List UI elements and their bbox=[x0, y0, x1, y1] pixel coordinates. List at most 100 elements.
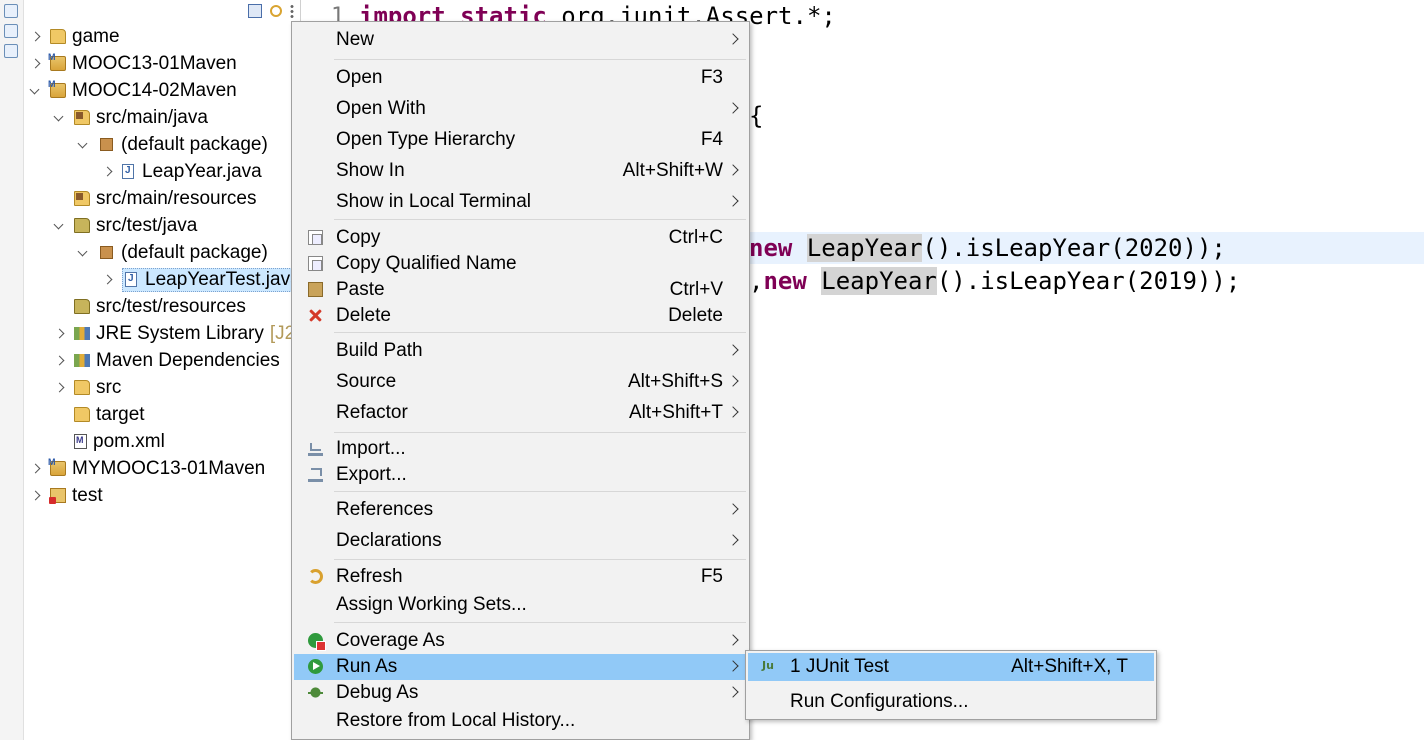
expand-chevron-icon[interactable] bbox=[102, 167, 112, 177]
menu-item-new[interactable]: New bbox=[294, 27, 747, 53]
menu-item-source[interactable]: Source Alt+Shift+S bbox=[294, 369, 747, 395]
tree-item-src[interactable]: src bbox=[54, 374, 121, 401]
collapse-chevron-icon[interactable] bbox=[78, 248, 88, 258]
menu-item-export[interactable]: Export... bbox=[294, 462, 747, 488]
tree-item-label: pom.xml bbox=[93, 430, 165, 452]
tree-item-label: src/test/resources bbox=[96, 295, 246, 317]
menu-item-copy[interactable]: Copy Ctrl+C bbox=[294, 225, 747, 251]
link-with-editor-icon[interactable] bbox=[270, 5, 282, 17]
tree-item-label: MOOC13-01Maven bbox=[72, 52, 237, 74]
menu-item-show-in[interactable]: Show In Alt+Shift+W bbox=[294, 158, 747, 184]
tree-item-label: (default package) bbox=[121, 241, 268, 263]
menu-item-copy-qualified-name[interactable]: Copy Qualified Name bbox=[294, 251, 747, 277]
menu-separator bbox=[334, 432, 746, 433]
tree-item-label: MYMOOC13-01Maven bbox=[72, 457, 266, 479]
code-line-assert-2019[interactable]: ,new LeapYear().isLeapYear(2019)); bbox=[749, 267, 1240, 295]
menu-item-declarations[interactable]: Declarations bbox=[294, 528, 747, 554]
expand-chevron-icon[interactable] bbox=[54, 356, 64, 366]
refresh-icon bbox=[308, 569, 323, 584]
tree-item-leapyear-java[interactable]: LeapYear.java bbox=[102, 158, 262, 185]
tree-item-game[interactable]: game bbox=[30, 23, 120, 50]
submenu-item-junit-test[interactable]: Ju 1 JUnit Test Alt+Shift+X, T bbox=[748, 653, 1154, 681]
tree-item-label: src/main/java bbox=[96, 106, 208, 128]
source-folder-icon bbox=[74, 110, 90, 125]
menu-item-open-type-hierarchy[interactable]: Open Type Hierarchy F4 bbox=[294, 127, 747, 153]
expand-chevron-icon[interactable] bbox=[102, 275, 112, 285]
submenu-arrow-icon bbox=[727, 164, 739, 176]
menu-item-debug-as[interactable]: Debug As bbox=[294, 680, 747, 706]
collapse-all-icon[interactable] bbox=[248, 4, 262, 18]
code-line-brace[interactable]: { bbox=[749, 102, 763, 130]
submenu-arrow-icon bbox=[727, 344, 739, 356]
menu-item-coverage-as[interactable]: Coverage As bbox=[294, 628, 747, 654]
hierarchy-icon[interactable] bbox=[4, 4, 18, 18]
test-folder-icon bbox=[74, 218, 90, 233]
tree-item-mooc14[interactable]: MOOC14-02Maven bbox=[30, 77, 237, 104]
tree-item-default-package-main[interactable]: (default package) bbox=[78, 131, 268, 158]
package-icon bbox=[100, 138, 113, 151]
java-file-icon bbox=[125, 272, 137, 287]
menu-item-open[interactable]: Open F3 bbox=[294, 65, 747, 91]
package-explorer: game MOOC13-01Maven MOOC14-02Maven src/m… bbox=[24, 0, 300, 740]
view-menu-icon[interactable] bbox=[290, 4, 294, 18]
collapse-chevron-icon[interactable] bbox=[54, 113, 64, 123]
menu-item-run-as[interactable]: Run As bbox=[294, 654, 747, 680]
menu-item-delete[interactable]: Delete Delete bbox=[294, 303, 747, 329]
library-icon bbox=[74, 354, 90, 367]
menu-separator bbox=[334, 622, 746, 623]
code-line-assert-2020[interactable]: new LeapYear().isLeapYear(2020)); bbox=[749, 234, 1226, 262]
submenu-arrow-icon bbox=[727, 406, 739, 418]
tree-item-maven-dependencies[interactable]: Maven Dependencies bbox=[54, 347, 280, 374]
tree-item-src-test-resources[interactable]: src/test/resources bbox=[54, 293, 246, 320]
expand-chevron-icon[interactable] bbox=[54, 383, 64, 393]
context-menu: New Open F3 Open With Open Type Hierarch… bbox=[291, 21, 750, 740]
submenu-arrow-icon bbox=[727, 686, 739, 698]
submenu-arrow-icon bbox=[727, 634, 739, 646]
declaration-icon[interactable] bbox=[4, 44, 18, 58]
submenu-arrow-icon bbox=[727, 102, 739, 114]
menu-separator bbox=[334, 559, 746, 560]
menu-item-restore-local-history[interactable]: Restore from Local History... bbox=[294, 708, 747, 734]
delete-icon bbox=[308, 308, 323, 323]
menu-item-refresh[interactable]: Refresh F5 bbox=[294, 564, 747, 590]
collapse-chevron-icon[interactable] bbox=[78, 140, 88, 150]
tree-item-test[interactable]: test bbox=[30, 482, 103, 509]
submenu-item-run-configurations[interactable]: Run Configurations... bbox=[748, 688, 1154, 716]
expand-chevron-icon[interactable] bbox=[30, 464, 40, 474]
tree-item-mooc13[interactable]: MOOC13-01Maven bbox=[30, 50, 237, 77]
menu-item-paste[interactable]: Paste Ctrl+V bbox=[294, 277, 747, 303]
coverage-icon bbox=[308, 633, 326, 651]
library-icon bbox=[74, 327, 90, 340]
menu-item-show-in-local-terminal[interactable]: Show in Local Terminal bbox=[294, 189, 747, 215]
tree-item-src-main-resources[interactable]: src/main/resources bbox=[54, 185, 257, 212]
tree-item-label: JRE System Library bbox=[96, 322, 264, 344]
side-toolbar bbox=[0, 0, 24, 740]
expand-chevron-icon[interactable] bbox=[54, 329, 64, 339]
tree-item-default-package-test[interactable]: (default package) bbox=[78, 239, 268, 266]
run-as-submenu: Ju 1 JUnit Test Alt+Shift+X, T Run Confi… bbox=[745, 650, 1157, 720]
tree-item-src-main-java[interactable]: src/main/java bbox=[54, 104, 208, 131]
tree-item-target[interactable]: target bbox=[54, 401, 145, 428]
collapse-chevron-icon[interactable] bbox=[54, 221, 64, 231]
menu-item-refactor[interactable]: Refactor Alt+Shift+T bbox=[294, 400, 747, 426]
tree-item-mymooc13[interactable]: MYMOOC13-01Maven bbox=[30, 455, 265, 482]
tree-item-jre-library[interactable]: JRE System Library [J2S bbox=[54, 320, 300, 347]
package-icon bbox=[100, 246, 113, 259]
menu-item-assign-working-sets[interactable]: Assign Working Sets... bbox=[294, 592, 747, 618]
menu-item-import[interactable]: Import... bbox=[294, 436, 747, 462]
expand-chevron-icon[interactable] bbox=[30, 59, 40, 69]
tree-item-pom-xml[interactable]: pom.xml bbox=[54, 428, 165, 455]
selected-tree-item[interactable]: LeapYearTest.java bbox=[122, 267, 300, 292]
expand-chevron-icon[interactable] bbox=[30, 491, 40, 501]
menu-item-references[interactable]: References bbox=[294, 497, 747, 523]
menu-item-open-with[interactable]: Open With bbox=[294, 96, 747, 122]
javadoc-icon[interactable] bbox=[4, 24, 18, 38]
collapse-chevron-icon[interactable] bbox=[30, 86, 40, 96]
tree-item-leapyeartest-java[interactable]: LeapYearTest.java bbox=[102, 266, 300, 293]
expand-chevron-icon[interactable] bbox=[30, 32, 40, 42]
junit-icon: Ju bbox=[762, 659, 774, 672]
tree-item-label: LeapYearTest.java bbox=[145, 268, 300, 290]
tree-item-src-test-java[interactable]: src/test/java bbox=[54, 212, 197, 239]
export-icon bbox=[308, 467, 323, 482]
menu-item-build-path[interactable]: Build Path bbox=[294, 338, 747, 364]
